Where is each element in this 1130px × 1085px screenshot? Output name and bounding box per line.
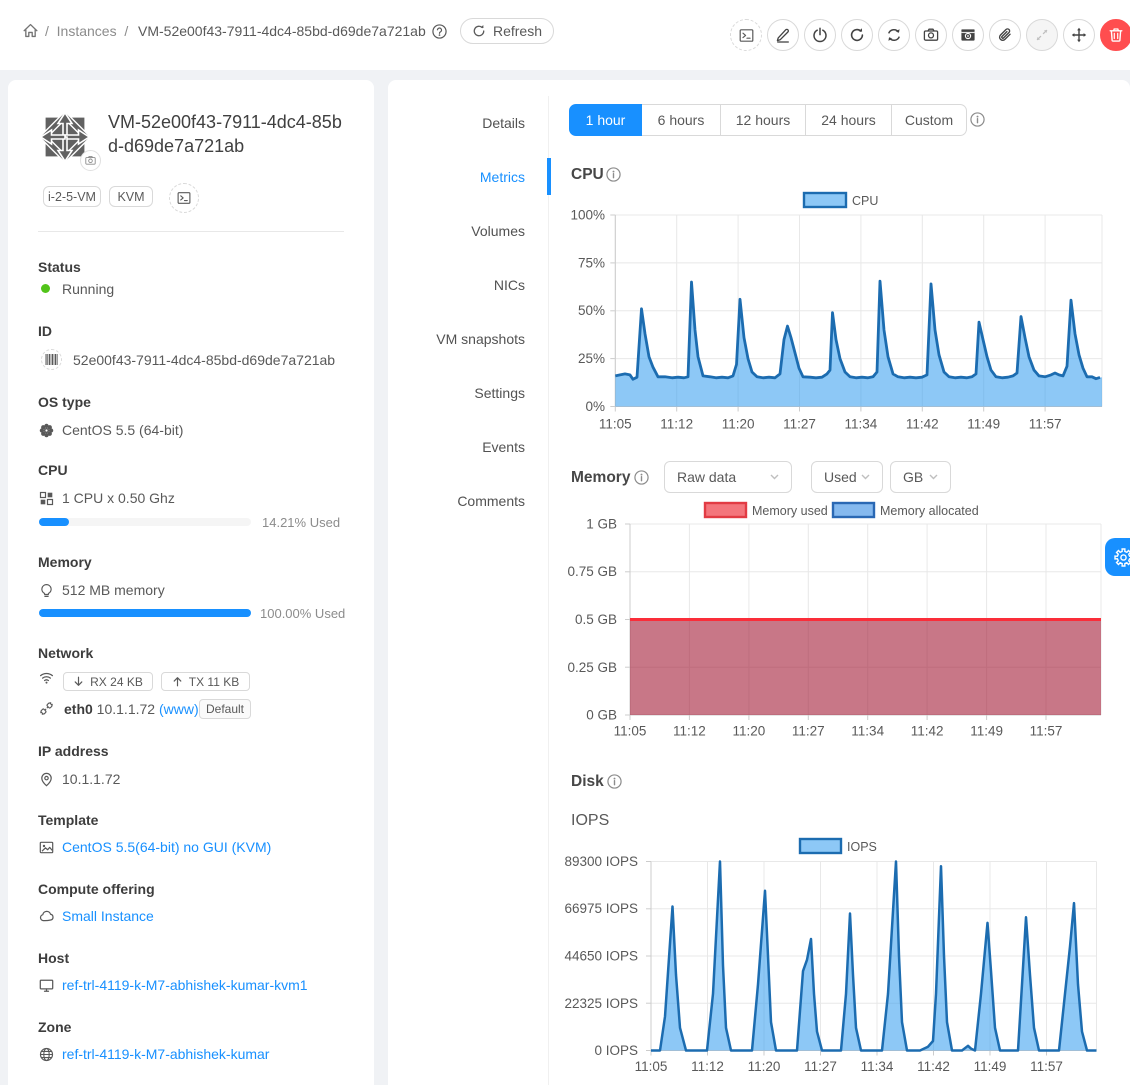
svg-text:IOPS: IOPS xyxy=(847,840,877,854)
svg-text:44650 IOPS: 44650 IOPS xyxy=(564,949,638,964)
svg-text:0 IOPS: 0 IOPS xyxy=(594,1043,638,1058)
svg-text:0.25 GB: 0.25 GB xyxy=(567,660,617,675)
svg-text:11:34: 11:34 xyxy=(861,1059,894,1074)
svg-text:11:05: 11:05 xyxy=(599,417,632,432)
svg-text:11:20: 11:20 xyxy=(722,417,755,432)
svg-text:75%: 75% xyxy=(578,255,605,270)
svg-text:11:27: 11:27 xyxy=(792,724,825,739)
svg-text:11:42: 11:42 xyxy=(906,417,939,432)
svg-text:25%: 25% xyxy=(578,351,605,366)
svg-text:Memory used: Memory used xyxy=(752,504,828,518)
svg-text:11:27: 11:27 xyxy=(804,1059,837,1074)
svg-text:11:05: 11:05 xyxy=(614,724,647,739)
svg-text:50%: 50% xyxy=(578,303,605,318)
svg-text:11:20: 11:20 xyxy=(748,1059,781,1074)
svg-text:11:34: 11:34 xyxy=(845,417,878,432)
svg-text:11:57: 11:57 xyxy=(1030,724,1063,739)
svg-text:11:34: 11:34 xyxy=(851,724,884,739)
svg-text:11:20: 11:20 xyxy=(733,724,766,739)
svg-text:100%: 100% xyxy=(570,208,605,223)
svg-text:11:57: 11:57 xyxy=(1029,417,1062,432)
svg-text:11:12: 11:12 xyxy=(691,1059,724,1074)
svg-text:11:49: 11:49 xyxy=(970,724,1003,739)
svg-text:11:42: 11:42 xyxy=(917,1059,950,1074)
svg-text:11:27: 11:27 xyxy=(783,417,816,432)
svg-text:89300 IOPS: 89300 IOPS xyxy=(564,854,638,869)
svg-text:11:05: 11:05 xyxy=(635,1059,668,1074)
svg-text:11:12: 11:12 xyxy=(660,417,693,432)
svg-text:0 GB: 0 GB xyxy=(586,708,617,723)
svg-text:11:49: 11:49 xyxy=(974,1059,1007,1074)
svg-text:11:12: 11:12 xyxy=(673,724,706,739)
svg-text:11:49: 11:49 xyxy=(967,417,1000,432)
svg-text:11:42: 11:42 xyxy=(911,724,944,739)
svg-text:Memory allocated: Memory allocated xyxy=(880,504,979,518)
svg-text:66975 IOPS: 66975 IOPS xyxy=(564,901,638,916)
svg-text:0.5 GB: 0.5 GB xyxy=(575,612,617,627)
svg-text:0%: 0% xyxy=(585,399,605,414)
svg-text:0.75 GB: 0.75 GB xyxy=(567,564,617,579)
svg-text:11:57: 11:57 xyxy=(1030,1059,1063,1074)
svg-text:1 GB: 1 GB xyxy=(586,517,617,532)
svg-text:22325 IOPS: 22325 IOPS xyxy=(564,996,638,1011)
svg-text:CPU: CPU xyxy=(852,194,878,208)
